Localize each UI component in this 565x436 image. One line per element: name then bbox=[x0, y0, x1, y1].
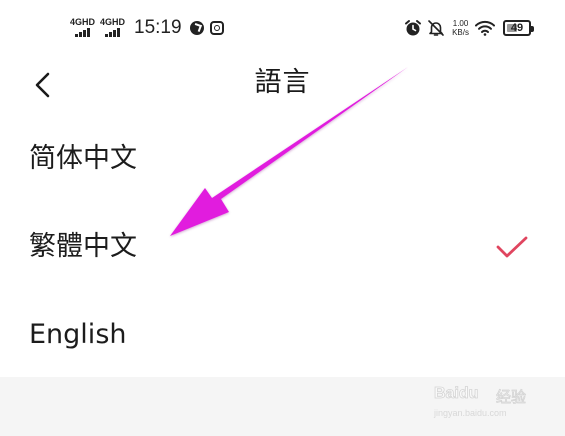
network-type-label: 4GHD bbox=[100, 17, 126, 27]
language-label: 繁體中文 bbox=[29, 231, 137, 262]
network-speed-unit: KB/s bbox=[452, 28, 469, 37]
status-bar-right: 1.00 KB/s 49 bbox=[404, 16, 534, 40]
language-label: 简体中文 bbox=[29, 143, 137, 174]
navigation-app-icon bbox=[189, 21, 204, 35]
signal-bars-icon bbox=[105, 28, 120, 37]
status-bar: 4GHD 4GHD 15:19 1.00 KB/s 49 bbox=[0, 0, 565, 56]
watermark-logo-text: Baidu bbox=[434, 385, 479, 403]
language-option-simplified-chinese[interactable]: 简体中文 bbox=[0, 114, 565, 202]
language-label: English bbox=[29, 319, 127, 350]
language-option-english[interactable]: English bbox=[0, 290, 565, 378]
network-speed-value: 1.00 bbox=[452, 19, 469, 28]
baidu-watermark: Baidu 经验 jingyan.baidu.com bbox=[432, 376, 542, 426]
signal-bars-icon bbox=[75, 28, 90, 37]
wifi-icon bbox=[475, 20, 495, 36]
status-bar-left: 4GHD 4GHD 15:19 bbox=[70, 16, 224, 40]
watermark-logo-text-cn: 经验 bbox=[496, 388, 527, 407]
network-type-label: 4GHD bbox=[70, 17, 96, 27]
network-speed: 1.00 KB/s bbox=[452, 19, 469, 37]
language-option-traditional-chinese[interactable]: 繁體中文 bbox=[0, 202, 565, 290]
app-header: 語言 bbox=[0, 56, 565, 114]
battery-icon: 49 bbox=[503, 20, 534, 36]
page-title: 語言 bbox=[254, 67, 311, 98]
language-list: 简体中文 繁體中文 English bbox=[0, 114, 565, 378]
notifications-off-icon bbox=[428, 20, 444, 36]
checkmark-icon bbox=[496, 236, 528, 258]
battery-level: 49 bbox=[510, 22, 524, 34]
status-time: 15:19 bbox=[134, 17, 182, 38]
watermark-url: jingyan.baidu.com bbox=[434, 408, 507, 418]
network-signal-2: 4GHD bbox=[100, 17, 126, 39]
network-signal-1: 4GHD bbox=[70, 17, 96, 39]
alarm-icon bbox=[405, 20, 422, 36]
browser-app-icon bbox=[209, 21, 224, 35]
